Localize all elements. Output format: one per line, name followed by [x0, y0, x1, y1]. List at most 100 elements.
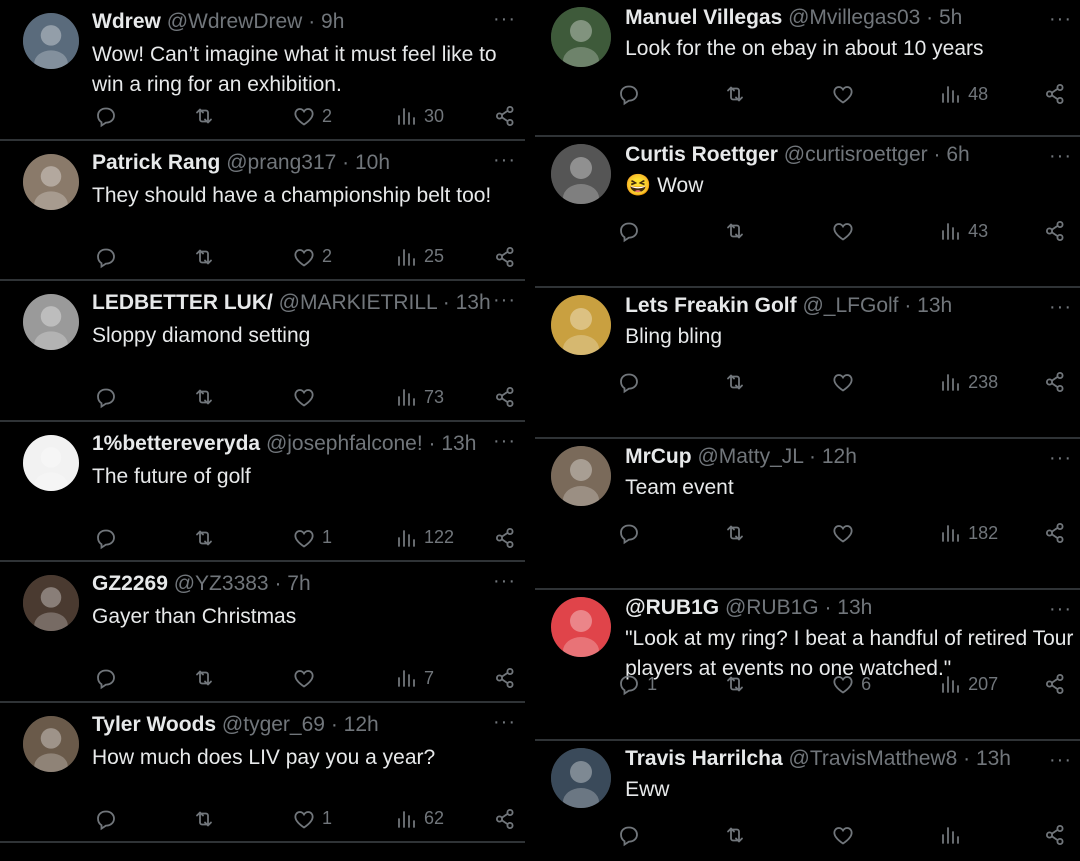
reply-button[interactable]	[94, 526, 124, 550]
tweet[interactable]: LEDBETTER LUK/ @MARKIETRILL · 13h ··· Sl…	[0, 281, 526, 422]
retweet-button[interactable]	[723, 370, 753, 394]
avatar[interactable]	[551, 295, 612, 355]
reply-button[interactable]	[94, 385, 124, 409]
retweet-button[interactable]	[192, 104, 222, 128]
author-handle[interactable]: @TravisMatthew8	[789, 747, 958, 770]
author-handle[interactable]: @Mvillegas03	[788, 6, 920, 29]
tweet[interactable]: Patrick Rang @prang317 · 10h ··· They sh…	[0, 141, 526, 281]
views-button[interactable]: 62	[394, 807, 444, 831]
author-name[interactable]: Lets Freakin Golf	[625, 294, 797, 317]
like-button[interactable]	[292, 385, 322, 409]
like-button[interactable]	[831, 521, 861, 545]
more-icon[interactable]: ···	[1049, 598, 1072, 621]
views-button[interactable]: 7	[394, 666, 434, 690]
like-button[interactable]	[831, 823, 861, 847]
author-name[interactable]: Patrick Rang	[92, 151, 220, 174]
like-button[interactable]: 1	[292, 807, 332, 831]
more-icon[interactable]: ···	[1049, 447, 1072, 470]
views-button[interactable]: 48	[938, 82, 988, 106]
author-handle[interactable]: @WdrewDrew	[167, 10, 303, 33]
avatar[interactable]	[551, 446, 612, 506]
share-button[interactable]	[493, 104, 517, 128]
like-button[interactable]	[292, 666, 322, 690]
reply-button[interactable]	[617, 219, 647, 243]
views-button[interactable]: 73	[394, 385, 444, 409]
author-handle[interactable]: @curtisroettger	[784, 143, 928, 166]
author-name[interactable]: Manuel Villegas	[625, 6, 782, 29]
author-handle[interactable]: @MARKIETRILL	[279, 291, 437, 314]
tweet-time[interactable]: · 13h	[824, 596, 872, 619]
tweet[interactable]: Wdrew @WdrewDrew · 9h ··· Wow! Can’t ima…	[0, 0, 526, 141]
share-button[interactable]	[1043, 219, 1067, 243]
author-name[interactable]: Wdrew	[92, 10, 161, 33]
tweet-time[interactable]: · 5h	[926, 6, 962, 29]
share-button[interactable]	[1043, 370, 1067, 394]
tweet-time[interactable]: · 13h	[443, 291, 491, 314]
tweet[interactable]: @RUB1G @RUB1G · 13h ··· "Look at my ring…	[535, 590, 1080, 741]
author-name[interactable]: @RUB1G	[625, 596, 719, 619]
retweet-button[interactable]	[723, 521, 753, 545]
share-button[interactable]	[1043, 672, 1067, 696]
more-icon[interactable]: ···	[1049, 8, 1072, 31]
author-name[interactable]: Travis Harrilcha	[625, 747, 783, 770]
tweet[interactable]: MrCup @Matty_JL · 12h ··· Team event 182	[535, 439, 1080, 590]
views-button[interactable]: 182	[938, 521, 998, 545]
views-button[interactable]: 238	[938, 370, 998, 394]
avatar[interactable]	[23, 13, 79, 69]
retweet-button[interactable]	[723, 823, 753, 847]
share-button[interactable]	[1043, 823, 1067, 847]
reply-button[interactable]: 1	[617, 672, 657, 696]
more-icon[interactable]: ···	[493, 289, 516, 312]
reply-button[interactable]	[94, 807, 124, 831]
more-icon[interactable]: ···	[493, 149, 516, 172]
more-icon[interactable]: ···	[493, 570, 516, 593]
avatar[interactable]	[551, 7, 612, 67]
share-button[interactable]	[493, 385, 517, 409]
avatar[interactable]	[551, 748, 612, 808]
share-button[interactable]	[493, 807, 517, 831]
like-button[interactable]	[831, 82, 861, 106]
author-name[interactable]: 1%bettereveryda	[92, 432, 260, 455]
avatar[interactable]	[551, 597, 612, 657]
tweet-time[interactable]: · 12h	[331, 713, 379, 736]
author-handle[interactable]: @Matty_JL	[697, 445, 803, 468]
share-button[interactable]	[1043, 82, 1067, 106]
author-handle[interactable]: @tyger_69	[222, 713, 325, 736]
author-name[interactable]: LEDBETTER LUK/	[92, 291, 273, 314]
tweet[interactable]: Manuel Villegas @Mvillegas03 · 5h ··· Lo…	[535, 0, 1080, 137]
views-button[interactable]: 207	[938, 672, 998, 696]
share-button[interactable]	[493, 245, 517, 269]
tweet-time[interactable]: · 10h	[342, 151, 390, 174]
tweet[interactable]: Curtis Roettger @curtisroettger · 6h ···…	[535, 137, 1080, 288]
tweet-time[interactable]: · 13h	[904, 294, 952, 317]
like-button[interactable]: 2	[292, 104, 332, 128]
reply-button[interactable]	[617, 521, 647, 545]
avatar[interactable]	[551, 144, 612, 204]
tweet[interactable]: GZ2269 @YZ3383 · 7h ··· Gayer than Chris…	[0, 562, 526, 703]
share-button[interactable]	[493, 526, 517, 550]
avatar[interactable]	[23, 715, 79, 772]
tweet[interactable]: Lets Freakin Golf @_LFGolf · 13h ··· Bli…	[535, 288, 1080, 439]
share-button[interactable]	[1043, 521, 1067, 545]
views-button[interactable]: 43	[938, 219, 988, 243]
avatar[interactable]	[23, 575, 79, 631]
tweet[interactable]: 1%bettereveryda @josephfalcone! · 13h ··…	[0, 422, 526, 562]
like-button[interactable]: 6	[831, 672, 871, 696]
more-icon[interactable]: ···	[1049, 296, 1072, 319]
avatar[interactable]	[23, 153, 79, 210]
retweet-button[interactable]	[723, 82, 753, 106]
reply-button[interactable]	[94, 104, 124, 128]
tweet[interactable]: Travis Harrilcha @TravisMatthew8 · 13h ·…	[535, 741, 1080, 861]
retweet-button[interactable]	[723, 672, 753, 696]
more-icon[interactable]: ···	[1049, 145, 1072, 168]
views-button[interactable]: 30	[394, 104, 444, 128]
more-icon[interactable]: ···	[1049, 749, 1072, 772]
tweet-time[interactable]: · 6h	[934, 143, 970, 166]
author-handle[interactable]: @josephfalcone!	[266, 432, 423, 455]
retweet-button[interactable]	[192, 526, 222, 550]
reply-button[interactable]	[617, 82, 647, 106]
retweet-button[interactable]	[192, 666, 222, 690]
like-button[interactable]: 2	[292, 245, 332, 269]
views-button[interactable]	[938, 823, 968, 847]
views-button[interactable]: 122	[394, 526, 454, 550]
